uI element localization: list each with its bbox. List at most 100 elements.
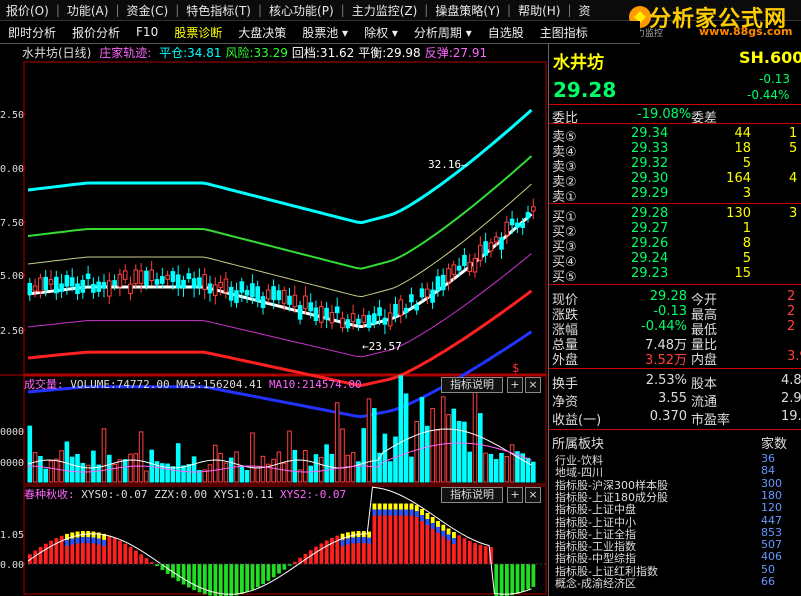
indicator-bar (187, 564, 191, 588)
sell-row[interactable]: 卖① 29.29 3 (549, 186, 801, 205)
price-axis-label: 2.50 (0, 110, 24, 121)
indicator-bar-cap (340, 539, 345, 546)
sector-name: 概念-成渝经济区 (555, 577, 636, 590)
buy-row[interactable]: 买⑤ 29.23 15 (549, 266, 801, 285)
sector-item[interactable]: 指标股-中型综指 406 (549, 550, 801, 565)
stat-row: 净资 3.55 流通 2.9 (549, 391, 801, 410)
candle-body (398, 299, 404, 316)
toolbar-item-8[interactable]: 自选股 (480, 24, 532, 41)
sector-item[interactable]: 指标股-沪深300样本股 300 (549, 477, 801, 492)
menu-item-8[interactable]: 资 (573, 2, 597, 19)
candle-body (472, 257, 478, 273)
toolbar-item-0[interactable]: 即时分析 (0, 24, 64, 41)
indicator-bar (324, 540, 329, 564)
indicator-add-button[interactable]: + (507, 487, 523, 503)
candle-body (345, 319, 351, 329)
menu-item-7[interactable]: 帮助(H) (512, 2, 566, 19)
divider (549, 284, 801, 285)
indicator-close-button[interactable]: × (525, 487, 541, 503)
sector-item[interactable]: 指标股-上证180成分股 180 (549, 489, 801, 504)
indicator-bar (457, 535, 462, 564)
stat-value: 4.8 (781, 373, 801, 388)
indicator-bar-cap (393, 503, 398, 510)
sector-count: 36 (761, 452, 775, 465)
volume-close-button[interactable]: × (525, 377, 541, 393)
buy-volume: 5 (742, 251, 751, 266)
sector-item[interactable]: 指标股-上证全指 853 (549, 526, 801, 541)
sell-row[interactable]: 卖② 29.30 164 4 (549, 171, 801, 190)
sector-item[interactable]: 指标股-上证红利指数 50 (549, 563, 801, 578)
stat-value: 3.52万 (645, 353, 687, 368)
toolbar-item-1[interactable]: 报价分析 (64, 24, 128, 41)
indicator-bar (250, 564, 255, 590)
kline-chart[interactable]: 2.50 0.00 7.50 5.00 2.50 0000 0000 1.05 0.00 32.1… (0, 44, 547, 596)
candle-body (43, 276, 49, 290)
indicator-explain-button[interactable]: 指标说明 (441, 487, 503, 503)
candle-body (191, 278, 197, 289)
indicator-bar (49, 540, 53, 564)
volume-bar (175, 443, 181, 483)
toolbar-item-4[interactable]: 大盘决策 (230, 24, 294, 41)
sell-row[interactable]: 卖④ 29.33 18 5 (549, 141, 801, 160)
toolbar-item-9[interactable]: 主图指标 (532, 24, 596, 41)
divider (549, 123, 801, 124)
menu-item-4[interactable]: 核心功能(P) (263, 2, 340, 19)
toolbar-item-7[interactable]: 分析周期 ▾ (406, 24, 480, 41)
buy-row[interactable]: 买② 29.27 1 (549, 221, 801, 240)
candle-body (430, 289, 435, 303)
volume-explain-button[interactable]: 指标说明 (441, 377, 503, 393)
volume-bar (334, 402, 340, 483)
candle-body (32, 285, 38, 292)
candle-body (85, 273, 91, 280)
volume-bar (228, 457, 234, 483)
candle-body (175, 274, 181, 289)
menu-item-6[interactable]: 操盘策略(Y) (429, 2, 506, 19)
indicator-bar (229, 564, 234, 596)
menu-item-5[interactable]: 主力监控(Z) (346, 2, 424, 19)
buy-row[interactable]: 买① 29.28 130 3 (549, 206, 801, 225)
price-axis-label: 2.50 (0, 326, 24, 337)
indicator-bar (144, 558, 149, 564)
buy-row[interactable]: 买③ 29.26 8 (549, 236, 801, 255)
sector-item[interactable]: 行业-饮料 36 (549, 452, 801, 467)
indicator-bar-cap (388, 509, 393, 516)
indicator-xys0: XYS0:-0.07 (81, 488, 148, 501)
volume-axis-label: 0000 (0, 458, 24, 469)
sector-item[interactable]: 概念-成渝经济区 66 (549, 575, 801, 590)
buy-price: 29.26 (631, 236, 669, 251)
volume-bar (207, 464, 213, 483)
indicator-bar-cap (70, 538, 75, 545)
candle-body (223, 278, 229, 293)
menu-item-0[interactable]: 报价(O) (0, 2, 55, 19)
volume-bar (260, 455, 266, 483)
volume-bar (467, 451, 472, 483)
sector-count: 84 (761, 464, 775, 478)
sell-row[interactable]: 卖⑤ 29.34 44 1 (549, 126, 801, 145)
sector-item[interactable]: 指标股-工业指数 507 (549, 538, 801, 553)
toolbar-item-5[interactable]: 股票池 ▾ (294, 24, 356, 41)
weibi-value: -19.08% (637, 107, 692, 122)
menu-item-1[interactable]: 功能(A) (61, 2, 115, 19)
volume-bar (117, 459, 123, 483)
menu-item-2[interactable]: 资金(C) (120, 2, 174, 19)
sector-item[interactable]: 地域-四川 84 (549, 464, 801, 479)
volume-bar (520, 453, 526, 483)
volume-bar (43, 468, 49, 483)
toolbar-item-3[interactable]: 股票诊断 (166, 24, 230, 41)
volume-bar (425, 425, 430, 483)
quote-stock-code: SH.60077 (739, 48, 801, 67)
sell-row[interactable]: 卖③ 29.32 5 (549, 156, 801, 175)
toolbar-item-2[interactable]: F10 (128, 25, 166, 39)
sector-count: 406 (761, 550, 782, 564)
candle-body (356, 318, 361, 325)
volume-bar (191, 456, 197, 483)
sector-item[interactable]: 指标股-上证中盘 120 (549, 501, 801, 516)
sector-item[interactable]: 指标股-上证中小 447 (549, 514, 801, 529)
stat-value: 0.370 (649, 409, 687, 424)
menu-item-3[interactable]: 特色指标(T) (180, 2, 257, 19)
volume-bar (504, 456, 510, 483)
toolbar-item-6[interactable]: 除权 ▾ (356, 24, 406, 41)
volume-add-button[interactable]: + (507, 377, 523, 393)
buy-row[interactable]: 买④ 29.24 5 (549, 251, 801, 270)
candle-body (133, 269, 139, 285)
